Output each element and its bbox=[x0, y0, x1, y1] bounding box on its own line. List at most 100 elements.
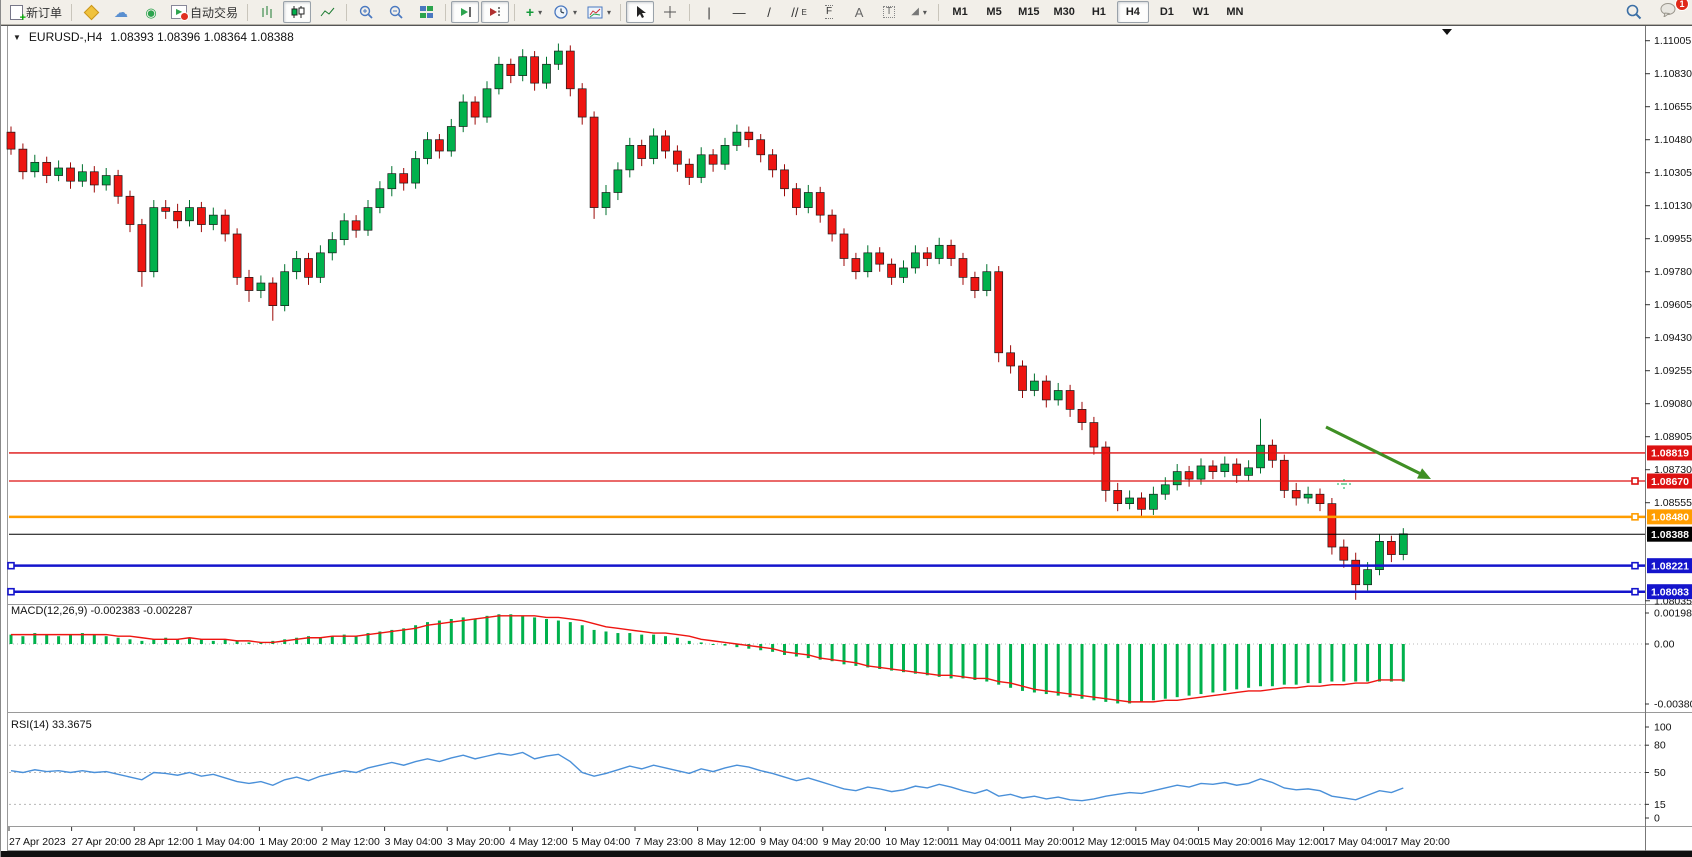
zoom-in-button[interactable] bbox=[352, 1, 380, 23]
zoom-out-button[interactable] bbox=[382, 1, 410, 23]
chart-canvas[interactable]: 1.110051.108301.106551.104801.103051.101… bbox=[1, 0, 1692, 857]
macd-histogram-bar bbox=[21, 636, 24, 644]
macd-histogram-bar bbox=[557, 621, 560, 644]
shapes-tool-button[interactable]: ◢▾ bbox=[905, 1, 933, 23]
timeframe-M5[interactable]: M5 bbox=[978, 1, 1010, 23]
hline-drag-handle[interactable] bbox=[1632, 478, 1638, 484]
macd-histogram-bar bbox=[57, 636, 60, 644]
time-axis-label: 4 May 12:00 bbox=[510, 836, 568, 848]
timeframe-M15[interactable]: M15 bbox=[1012, 1, 1045, 23]
search-button[interactable] bbox=[1620, 1, 1648, 23]
macd-histogram-bar bbox=[724, 644, 727, 646]
indicators-button[interactable]: + ▾ bbox=[520, 1, 548, 23]
bar-chart-mode-button[interactable] bbox=[253, 1, 281, 23]
timeframe-H1[interactable]: H1 bbox=[1083, 1, 1115, 23]
shapes-icon: ◢ bbox=[911, 7, 919, 17]
macd-histogram-bar bbox=[497, 614, 500, 644]
candle bbox=[876, 253, 884, 264]
macd-histogram-bar bbox=[140, 641, 143, 644]
price-axis-tick-label: 1.09430 bbox=[1654, 332, 1692, 344]
text-tool-button[interactable]: A bbox=[845, 1, 873, 23]
window-bottom-edge bbox=[1, 851, 1692, 857]
chart-dropdown-icon[interactable]: ▼ bbox=[13, 33, 21, 42]
zoom-in-icon bbox=[359, 5, 374, 20]
line-chart-mode-button[interactable] bbox=[313, 1, 341, 23]
price-axis-tick-label: 1.10130 bbox=[1654, 200, 1692, 212]
candle bbox=[435, 140, 443, 151]
candle bbox=[566, 51, 574, 89]
candle bbox=[90, 172, 98, 185]
macd-histogram-bar bbox=[1045, 644, 1048, 694]
price-badge-label: 1.08480 bbox=[1651, 512, 1689, 524]
trendline-tool-button[interactable]: / bbox=[755, 1, 783, 23]
candle bbox=[1173, 472, 1181, 485]
new-order-icon bbox=[10, 5, 23, 20]
macd-histogram-bar bbox=[45, 635, 48, 644]
candle bbox=[1185, 472, 1193, 480]
timeframe-W1[interactable]: W1 bbox=[1185, 1, 1217, 23]
candlestick-mode-button[interactable] bbox=[283, 1, 311, 23]
trendline-icon: / bbox=[767, 6, 771, 19]
candle bbox=[590, 117, 598, 208]
candle bbox=[1364, 570, 1372, 585]
timeframe-D1[interactable]: D1 bbox=[1151, 1, 1183, 23]
autotrading-button[interactable]: ▶ 自动交易 bbox=[167, 1, 242, 23]
macd-histogram-bar bbox=[93, 635, 96, 644]
toolbar-separator bbox=[247, 4, 248, 21]
horizontal-line-tool-button[interactable]: — bbox=[725, 1, 753, 23]
candlestick-icon bbox=[290, 5, 305, 19]
toolbar: 新订单 ☁ ◉ ▶ 自动交易 bbox=[1, 0, 1692, 25]
timeframe-MN[interactable]: MN bbox=[1219, 1, 1251, 23]
templates-button[interactable]: ▾ bbox=[583, 1, 615, 23]
macd-axis-tick-label: 0.00 bbox=[1654, 639, 1675, 651]
text-label-tool-button[interactable]: T bbox=[875, 1, 903, 23]
signals-button[interactable]: ◉ bbox=[137, 1, 165, 23]
community-button[interactable]: ☁ bbox=[107, 1, 135, 23]
macd-histogram-bar bbox=[1152, 644, 1155, 700]
periods-button[interactable]: ▾ bbox=[550, 1, 581, 23]
price-axis-tick-label: 1.08905 bbox=[1654, 431, 1692, 443]
hline-drag-handle[interactable] bbox=[8, 589, 14, 595]
hline-drag-handle[interactable] bbox=[1632, 563, 1638, 569]
vertical-line-tool-button[interactable]: | bbox=[695, 1, 723, 23]
price-axis-tick-label: 1.10305 bbox=[1654, 167, 1692, 179]
hline-drag-handle[interactable] bbox=[8, 563, 14, 569]
tile-windows-button[interactable] bbox=[412, 1, 440, 23]
search-icon bbox=[1626, 4, 1642, 20]
chart-shift-button[interactable] bbox=[481, 1, 509, 23]
candle bbox=[1090, 423, 1098, 448]
candle bbox=[519, 57, 527, 76]
candle bbox=[840, 234, 848, 259]
timeframe-M30[interactable]: M30 bbox=[1047, 1, 1080, 23]
candle bbox=[935, 245, 943, 258]
metaeditor-button[interactable] bbox=[77, 1, 105, 23]
time-axis-label: 12 May 12:00 bbox=[1073, 836, 1137, 848]
hline-drag-handle[interactable] bbox=[1632, 514, 1638, 520]
candle bbox=[55, 168, 63, 176]
fibonacci-tool-button[interactable]: F bbox=[815, 1, 843, 23]
channel-tool-button[interactable]: //E bbox=[785, 1, 813, 23]
macd-histogram-bar bbox=[1009, 644, 1012, 688]
macd-histogram-bar bbox=[1033, 644, 1036, 692]
candle bbox=[1114, 490, 1122, 503]
macd-histogram-bar bbox=[1330, 644, 1333, 682]
notifications-button[interactable]: 1 bbox=[1656, 1, 1684, 23]
macd-histogram-bar bbox=[902, 644, 905, 672]
new-order-button[interactable]: 新订单 bbox=[6, 1, 66, 23]
crosshair-tool-button[interactable] bbox=[656, 1, 684, 23]
cursor-tool-button[interactable] bbox=[626, 1, 654, 23]
auto-scroll-button[interactable] bbox=[451, 1, 479, 23]
timeframe-H4[interactable]: H4 bbox=[1117, 1, 1149, 23]
macd-histogram-bar bbox=[914, 644, 917, 674]
toolbar-separator bbox=[445, 4, 446, 21]
candle bbox=[328, 240, 336, 253]
macd-axis-tick-label: -0.003804 bbox=[1654, 699, 1692, 711]
timeframe-M1[interactable]: M1 bbox=[944, 1, 976, 23]
candle bbox=[543, 64, 551, 83]
hline-drag-handle[interactable] bbox=[1632, 589, 1638, 595]
candle bbox=[911, 253, 919, 268]
macd-histogram-bar bbox=[1188, 644, 1191, 696]
macd-axis-tick-label: 0.001982 bbox=[1654, 608, 1692, 620]
macd-histogram-bar bbox=[319, 638, 322, 644]
price-badge-label: 1.08819 bbox=[1651, 448, 1689, 460]
